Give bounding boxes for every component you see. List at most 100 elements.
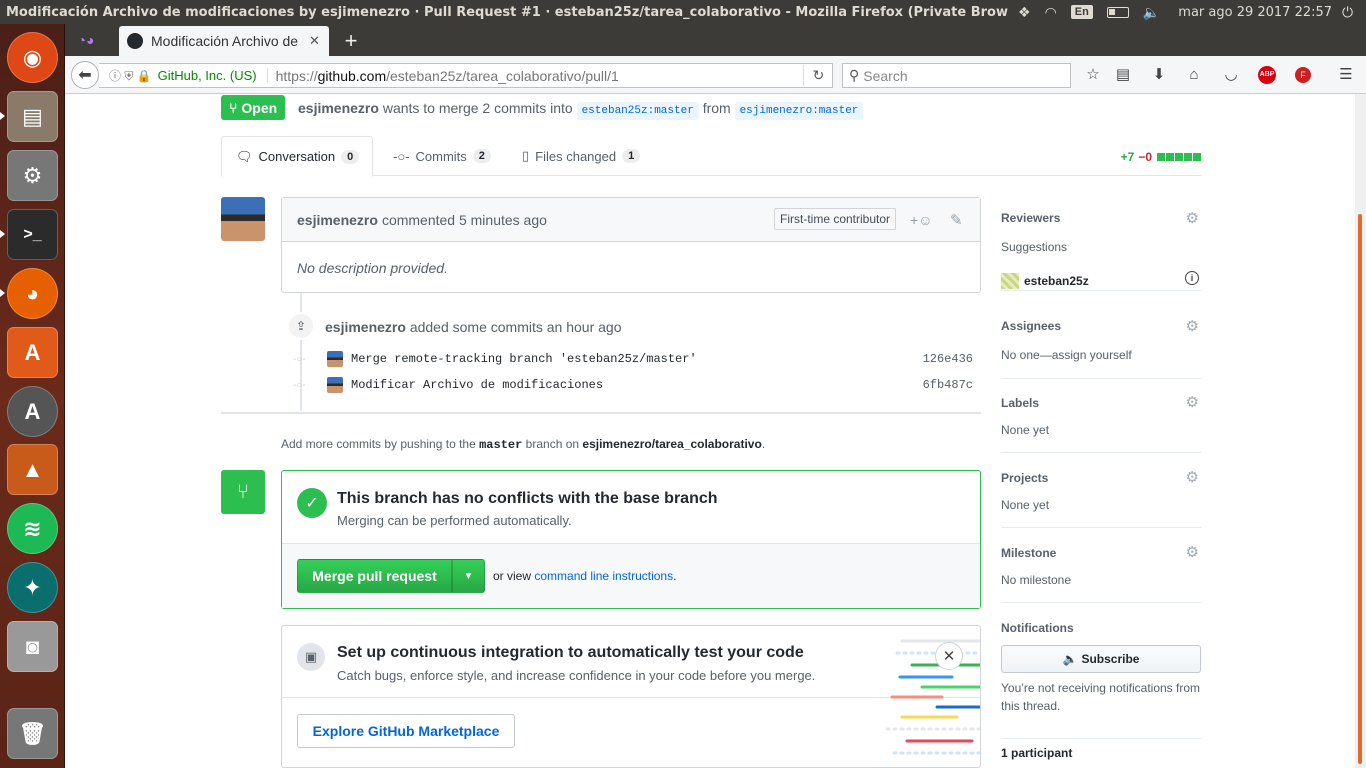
home-icon[interactable]: ⌂ [1183, 65, 1205, 85]
commit-row: -○- Modificar Archivo de modificaciones … [293, 374, 975, 396]
add-reaction-icon[interactable]: +☺ [910, 212, 932, 228]
new-tab-icon[interactable]: + [339, 28, 363, 54]
reading-list-icon[interactable]: ▤ [1112, 65, 1134, 85]
edit-pencil-icon[interactable]: ✎ [950, 211, 963, 229]
commits-author-link[interactable]: esjimenezro [325, 319, 406, 335]
commit-sha-link[interactable]: 126e436 [923, 352, 973, 366]
commit-message-link[interactable]: Merge remote-tracking branch 'esteban25z… [351, 352, 697, 366]
milestone-value: No milestone [1001, 573, 1072, 587]
diffstat-deletions: −0 [1138, 150, 1152, 164]
avatar[interactable] [221, 197, 265, 241]
notifications-text: You’re not receiving notifications from … [1001, 681, 1200, 713]
software-updater-icon[interactable]: A [7, 386, 58, 437]
base-branch-ref[interactable]: esteban25z:master [576, 102, 699, 120]
explore-marketplace-button[interactable]: Explore GitHub Marketplace [297, 714, 515, 748]
milestone-gear-icon[interactable]: ⚙ [1186, 543, 1199, 561]
commit-row: -○- Merge remote-tracking branch 'esteba… [293, 348, 975, 370]
head-branch-ref[interactable]: esjimenezro:master [734, 102, 864, 120]
participants-heading: 1 participant [1001, 746, 1073, 760]
reviewers-gear-icon[interactable]: ⚙ [1186, 209, 1199, 227]
browser-tab[interactable]: Modificación Archivo de modificaciones ✕ [119, 26, 329, 56]
pocket-icon[interactable]: ◡ [1220, 65, 1242, 85]
merge-box: ✓ This branch has no conflicts with the … [281, 470, 981, 609]
clock[interactable]: mar ago 29 2017 22:57 [1178, 5, 1332, 20]
gitkraken-icon[interactable]: ✦ [7, 562, 58, 613]
commit-message-link[interactable]: Modificar Archivo de modificaciones [351, 378, 603, 392]
site-identity[interactable]: GitHub, Inc. (US) [158, 68, 268, 83]
bookmark-star-icon[interactable]: ☆ [1082, 65, 1104, 85]
projects-heading[interactable]: Projects [1001, 471, 1048, 485]
tab-conversation[interactable]: 🗨 Conversation 0 [221, 136, 373, 177]
dropbox-icon[interactable]: ❖ [1018, 4, 1031, 21]
reviewers-heading[interactable]: Reviewers [1001, 211, 1060, 225]
subscribe-button[interactable]: 🔈 Subscribe [1001, 645, 1201, 673]
tab-close-icon[interactable]: ✕ [309, 33, 320, 49]
timeline-divider [221, 412, 981, 414]
info-icon[interactable]: i [1185, 271, 1199, 285]
page-scrollbar[interactable] [1355, 94, 1366, 768]
pr-from-text: from [702, 100, 731, 116]
reload-icon[interactable]: ↻ [803, 65, 833, 86]
command-line-instructions-link[interactable]: command line instructions [534, 569, 673, 583]
url-scheme: https:// [275, 67, 318, 84]
sidebar-labels: Labels ⚙ None yet [1001, 384, 1201, 453]
downloads-icon[interactable]: ⬇ [1148, 65, 1170, 85]
merge-pull-request-button[interactable]: Merge pull request [297, 559, 452, 593]
matlab-icon[interactable]: ▲ [7, 444, 58, 495]
assignees-heading[interactable]: Assignees [1001, 319, 1061, 333]
battery-icon[interactable] [1106, 6, 1129, 18]
comment-author-link[interactable]: esjimenezro [297, 212, 378, 228]
volume-icon[interactable]: 🔈 [1143, 4, 1160, 21]
back-button[interactable]: ⬅ [71, 61, 99, 89]
ci-banner: ▣ Set up continuous integration to autom… [281, 625, 981, 768]
firefox-icon[interactable]: ◕ [7, 268, 58, 319]
scrollbar-thumb[interactable] [1358, 214, 1362, 764]
commit-sha-link[interactable]: 6fb487c [923, 378, 973, 392]
ubuntu-dash-icon[interactable]: ◉ [7, 32, 58, 83]
labels-gear-icon[interactable]: ⚙ [1186, 393, 1199, 411]
commit-dot-icon: -○- [293, 379, 306, 391]
url-text[interactable]: https://github.com/esteban25z/tarea_cola… [276, 68, 619, 84]
tab-title: Modificación Archivo de modificaciones [151, 33, 303, 49]
menu-icon[interactable]: ☰ [1335, 65, 1357, 85]
tab-files-changed[interactable]: ▯ Files changed 1 [508, 136, 654, 176]
suggested-reviewer[interactable]: esteban25z [1024, 274, 1089, 288]
milestone-heading[interactable]: Milestone [1001, 546, 1056, 560]
assignees-value[interactable]: No one—assign yourself [1001, 348, 1132, 362]
avatar[interactable] [327, 351, 343, 367]
page-info-icon[interactable]: ⓘ ⛨ 🔒 [99, 67, 152, 84]
projects-value: None yet [1001, 498, 1050, 512]
git-commit-icon: -○- [393, 148, 410, 164]
extension-icon[interactable]: F [1295, 67, 1311, 83]
sidebar-projects: Projects ⚙ None yet [1001, 459, 1201, 528]
search-input[interactable]: ⚲ Search [842, 63, 1071, 88]
files-icon[interactable]: ▤ [7, 91, 58, 142]
trash-icon[interactable]: 🗑 [7, 708, 58, 759]
adblock-icon[interactable]: ABP [1258, 66, 1276, 84]
assignees-gear-icon[interactable]: ⚙ [1186, 317, 1199, 335]
keyboard-layout-indicator[interactable]: En [1070, 5, 1093, 19]
tab-commits[interactable]: -○- Commits 2 [379, 136, 505, 176]
commits-event: esjimenezro added some commits an hour a… [325, 319, 622, 335]
tab-counter: 2 [472, 149, 491, 163]
merge-alt-suffix: . [673, 569, 677, 583]
wifi-icon[interactable]: ◠ [1045, 4, 1057, 21]
settings-icon[interactable]: ⚙ [7, 150, 58, 201]
labels-heading[interactable]: Labels [1001, 396, 1039, 410]
pr-author-link[interactable]: esjimenezro [298, 100, 379, 116]
github-page: ⑂ Open esjimenezro wants to merge 2 comm… [65, 94, 1355, 768]
window-title: Modificación Archivo de modificaciones b… [6, 4, 1008, 20]
terminal-icon[interactable]: >_ [7, 209, 58, 260]
screenshot-icon[interactable]: ◙ [7, 621, 58, 672]
software-center-icon[interactable]: A [7, 327, 58, 378]
comment-timestamp[interactable]: commented 5 minutes ago [382, 212, 547, 228]
dismiss-close-icon[interactable]: ✕ [935, 642, 963, 670]
merge-method-dropdown[interactable]: ▼ [452, 559, 485, 593]
avatar[interactable] [327, 377, 343, 393]
diffstat-additions: +7 [1120, 150, 1135, 164]
spotify-icon[interactable]: ≋ [7, 503, 58, 554]
ci-banner-header: ▣ Set up continuous integration to autom… [282, 626, 980, 698]
projects-gear-icon[interactable]: ⚙ [1186, 468, 1199, 486]
power-icon[interactable]: ⏻ [1342, 4, 1353, 21]
url-bar[interactable]: ⓘ ⛨ 🔒 GitHub, Inc. (US) https://github.c… [99, 63, 833, 88]
